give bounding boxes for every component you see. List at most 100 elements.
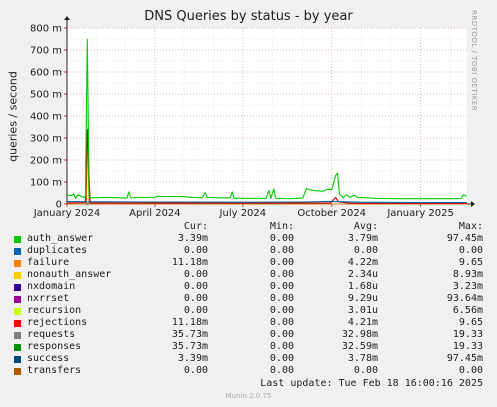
legend-swatch [14, 320, 21, 327]
legend-min-value: 0.00 [269, 293, 294, 304]
legend-label: requests [27, 329, 76, 340]
legend-max-value: 9.65 [458, 317, 483, 328]
legend-row-nxrrset: nxrrset 0.00 0.00 9.29u 93.64m [0, 293, 497, 305]
legend-max-value: 97.45m [446, 233, 483, 244]
legend-label: auth_answer [27, 233, 94, 244]
legend-swatch [14, 248, 21, 255]
legend-min-value: 0.00 [269, 281, 294, 292]
legend-cur-value: 0.00 [183, 281, 208, 292]
legend-max-value: 97.45m [446, 353, 483, 364]
legend-label: rejections [27, 317, 88, 328]
legend-min-value: 0.00 [269, 233, 294, 244]
legend-header: Cur: Min: Avg: Max: [0, 221, 497, 233]
legend-cur-value: 11.18m [171, 317, 208, 328]
legend-max-value: 19.33 [452, 329, 483, 340]
legend-label: recursion [27, 305, 82, 316]
legend-swatch [14, 344, 21, 351]
legend-avg-value: 0.00 [353, 245, 378, 256]
legend-swatch [14, 368, 21, 375]
y-tick-label: 100 m [30, 178, 62, 189]
legend-row-success: success 3.39m 0.00 3.78m 97.45m [0, 353, 497, 365]
legend-row-nonauth_answer: nonauth_answer 0.00 0.00 2.34u 8.93m [0, 269, 497, 281]
legend-swatch [14, 356, 21, 363]
legend-avg-value: 9.29u [347, 293, 378, 304]
legend-max-value: 0.00 [458, 245, 483, 256]
legend-label: duplicates [27, 245, 88, 256]
legend-header-avg: Avg: [353, 221, 378, 232]
legend-cur-value: 3.39m [177, 233, 208, 244]
legend-min-value: 0.00 [269, 341, 294, 352]
legend-row-auth_answer: auth_answer 3.39m 0.00 3.79m 97.45m [0, 233, 497, 245]
legend-avg-value: 3.01u [347, 305, 378, 316]
legend-label: nxdomain [27, 281, 76, 292]
y-tick-label: 200 m [30, 156, 62, 167]
x-tick-label: October 2024 [297, 208, 366, 219]
legend-label: transfers [27, 365, 82, 376]
legend-label: nxrrset [27, 293, 70, 304]
legend-label: nonauth_answer [27, 269, 112, 280]
legend-min-value: 0.00 [269, 317, 294, 328]
x-tick-label: July 2024 [219, 208, 267, 219]
legend-avg-value: 4.22m [347, 257, 378, 268]
legend-label: failure [27, 257, 70, 268]
y-tick-label: 600 m [30, 68, 62, 79]
legend-max-value: 9.65 [458, 257, 483, 268]
y-tick-label: 500 m [30, 90, 62, 101]
legend-swatch [14, 272, 21, 279]
legend-avg-value: 0.00 [353, 365, 378, 376]
legend-min-value: 0.00 [269, 269, 294, 280]
legend-row-requests: requests 35.73m 0.00 32.98m 19.33 [0, 329, 497, 341]
legend-avg-value: 32.59m [341, 341, 378, 352]
legend-row-nxdomain: nxdomain 0.00 0.00 1.68u 3.23m [0, 281, 497, 293]
legend-cur-value: 0.00 [183, 305, 208, 316]
chart-area: 0100 m200 m300 m400 m500 m600 m700 m800 … [30, 16, 475, 219]
legend-cur-value: 0.00 [183, 365, 208, 376]
legend-cur-value: 0.00 [183, 293, 208, 304]
y-tick-label: 800 m [30, 24, 62, 35]
x-tick-label: January 2025 [386, 208, 454, 219]
legend-cur-value: 0.00 [183, 245, 208, 256]
y-axis-arrow [64, 16, 70, 20]
legend: Cur: Min: Avg: Max: auth_answer 3.39m 0.00… [0, 221, 497, 376]
legend-row-failure: failure 11.18m 0.00 4.22m 9.65 [0, 257, 497, 269]
legend-swatch [14, 260, 21, 267]
legend-swatch [14, 332, 21, 339]
legend-cur-value: 35.73m [171, 329, 208, 340]
legend-min-value: 0.00 [269, 245, 294, 256]
legend-row-recursion: recursion 0.00 0.00 3.01u 6.56m [0, 305, 497, 317]
legend-min-value: 0.00 [269, 353, 294, 364]
legend-label: success [27, 353, 70, 364]
legend-swatch [14, 308, 21, 315]
legend-avg-value: 2.34u [347, 269, 378, 280]
legend-row-responses: responses 35.73m 0.00 32.59m 19.33 [0, 341, 497, 353]
legend-row-duplicates: duplicates 0.00 0.00 0.00 0.00 [0, 245, 497, 257]
legend-max-value: 93.64m [446, 293, 483, 304]
legend-header-cur: Cur: [183, 221, 208, 232]
y-tick-label: 700 m [30, 46, 62, 57]
legend-cur-value: 0.00 [183, 269, 208, 280]
legend-max-value: 19.33 [452, 341, 483, 352]
legend-header-max: Max: [458, 221, 483, 232]
legend-row-transfers: transfers 0.00 0.00 0.00 0.00 [0, 365, 497, 377]
legend-min-value: 0.00 [269, 257, 294, 268]
legend-max-value: 8.93m [452, 269, 483, 280]
legend-cur-value: 11.18m [171, 257, 208, 268]
y-tick-label: 300 m [30, 134, 62, 145]
legend-min-value: 0.00 [269, 329, 294, 340]
legend-avg-value: 1.68u [347, 281, 378, 292]
legend-avg-value: 4.21m [347, 317, 378, 328]
legend-avg-value: 3.79m [347, 233, 378, 244]
x-axis-arrow [471, 201, 475, 207]
legend-header-min: Min: [269, 221, 294, 232]
legend-cur-value: 35.73m [171, 341, 208, 352]
legend-row-rejections: rejections 11.18m 0.00 4.21m 9.65 [0, 317, 497, 329]
last-update: Last update: Tue Feb 18 16:00:16 2025 [260, 378, 483, 389]
legend-cur-value: 3.39m [177, 353, 208, 364]
legend-swatch [14, 236, 21, 243]
legend-label: responses [27, 341, 82, 352]
legend-max-value: 0.00 [458, 365, 483, 376]
legend-min-value: 0.00 [269, 365, 294, 376]
y-tick-label: 400 m [30, 112, 62, 123]
legend-min-value: 0.00 [269, 305, 294, 316]
legend-max-value: 3.23m [452, 281, 483, 292]
